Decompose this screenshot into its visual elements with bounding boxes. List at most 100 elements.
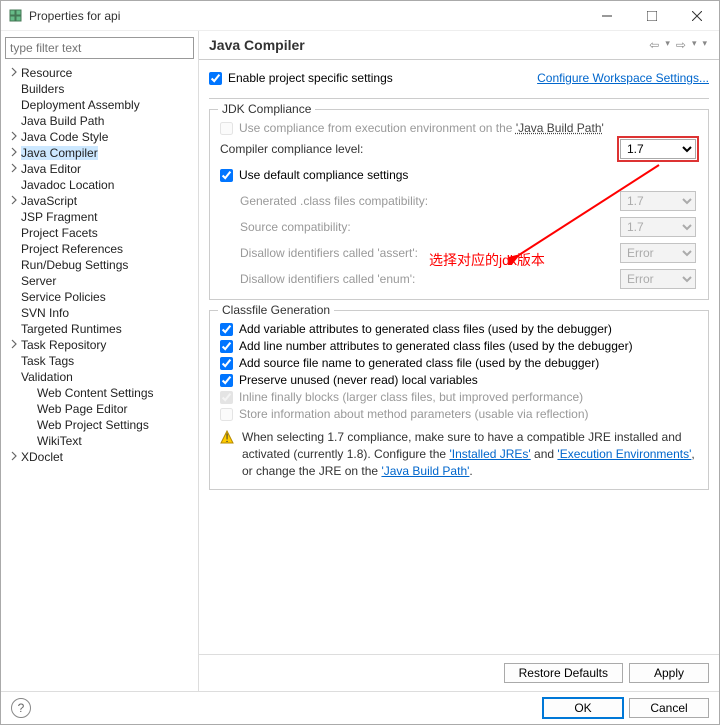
use-default-checkbox[interactable] [220, 169, 233, 182]
installed-jres-link[interactable]: 'Installed JREs' [449, 447, 530, 461]
expand-icon[interactable] [7, 194, 21, 208]
tree-item-label: Task Tags [21, 354, 74, 368]
tree-item[interactable]: Java Code Style [5, 129, 194, 145]
close-button[interactable] [674, 1, 719, 31]
expand-icon[interactable] [7, 146, 21, 160]
build-path-link2[interactable]: 'Java Build Path' [381, 464, 469, 478]
java-build-path-link[interactable]: 'Java Build Path' [516, 121, 604, 135]
tree-item[interactable]: Targeted Runtimes [5, 321, 194, 337]
classfile-checkbox[interactable] [220, 340, 233, 353]
help-icon[interactable]: ? [11, 698, 31, 718]
tree-item-label: Javadoc Location [21, 178, 114, 192]
classfile-option: Add source file name to generated class … [220, 356, 698, 370]
enable-specific-row: Enable project specific settings [209, 71, 537, 85]
tree-item[interactable]: Run/Debug Settings [5, 257, 194, 273]
tree-item[interactable]: Service Policies [5, 289, 194, 305]
tree-item[interactable]: JSP Fragment [5, 209, 194, 225]
tree-item[interactable]: WikiText [5, 433, 194, 449]
tree-item[interactable]: Server [5, 273, 194, 289]
menu-drop-icon[interactable]: ▾ [700, 38, 709, 52]
tree-item-label: JavaScript [21, 194, 77, 208]
classfile-option: Store information about method parameter… [220, 407, 698, 421]
tree-item-label: Project Facets [21, 226, 98, 240]
expand-icon[interactable] [7, 66, 21, 80]
classfile-option: Add line number attributes to generated … [220, 339, 698, 353]
tree-item-label: Java Compiler [21, 146, 98, 160]
tree-item[interactable]: Web Content Settings [5, 385, 194, 401]
enable-specific-label: Enable project specific settings [228, 71, 393, 85]
tree-item[interactable]: Web Project Settings [5, 417, 194, 433]
tree-item-label: Run/Debug Settings [21, 258, 128, 272]
tree-item-label: WikiText [37, 434, 82, 448]
tree-item[interactable]: Java Editor [5, 161, 194, 177]
maximize-button[interactable] [629, 1, 674, 31]
sidebar: ResourceBuildersDeployment AssemblyJava … [1, 31, 199, 691]
forward-icon[interactable]: ⇨ [674, 38, 688, 52]
enable-specific-checkbox[interactable] [209, 72, 222, 85]
tree-item[interactable]: Java Build Path [5, 113, 194, 129]
tree-item[interactable]: Task Tags [5, 353, 194, 369]
tree-item[interactable]: Java Compiler [5, 145, 194, 161]
svg-text:!: ! [225, 431, 228, 444]
inner-button-bar: Restore Defaults Apply [199, 654, 719, 691]
minimize-button[interactable] [584, 1, 629, 31]
tree-item-label: Service Policies [21, 290, 106, 304]
tree-item-label: Web Page Editor [37, 402, 128, 416]
nav-icons: ⇦▾ ⇨▾ ▾ [647, 38, 709, 52]
tree-item-label: SVN Info [21, 306, 69, 320]
back-drop-icon[interactable]: ▾ [663, 38, 672, 52]
ok-button[interactable]: OK [543, 698, 623, 718]
restore-defaults-button[interactable]: Restore Defaults [504, 663, 623, 683]
tree-item-label: XDoclet [21, 450, 63, 464]
classfile-checkbox [220, 391, 233, 404]
class-compat-select: 1.7 [620, 191, 696, 211]
expand-icon[interactable] [7, 130, 21, 144]
tree-item[interactable]: SVN Info [5, 305, 194, 321]
warning-row: ! When selecting 1.7 compliance, make su… [220, 429, 698, 479]
execution-envs-link[interactable]: 'Execution Environments' [557, 447, 691, 461]
tree-item[interactable]: JavaScript [5, 193, 194, 209]
classfile-legend: Classfile Generation [218, 303, 334, 317]
cancel-button[interactable]: Cancel [629, 698, 709, 718]
filter-input[interactable] [5, 37, 194, 59]
tree-item[interactable]: Project Facets [5, 225, 194, 241]
classfile-option: Inline finally blocks (larger class file… [220, 390, 698, 404]
use-exec-env-row: Use compliance from execution environmen… [220, 121, 698, 135]
tree-item[interactable]: Validation [5, 369, 194, 385]
classfile-checkbox[interactable] [220, 374, 233, 387]
apply-button[interactable]: Apply [629, 663, 709, 683]
tree-item[interactable]: XDoclet [5, 449, 194, 465]
window-title: Properties for api [29, 9, 584, 23]
classfile-label: Preserve unused (never read) local varia… [239, 373, 478, 387]
compliance-level-select[interactable]: 1.7 [620, 139, 696, 159]
tree-item[interactable]: Web Page Editor [5, 401, 194, 417]
properties-window: Properties for api ResourceBuildersDeplo… [0, 0, 720, 725]
classfile-checkbox[interactable] [220, 323, 233, 336]
section-title: Java Compiler [209, 37, 647, 53]
top-row: Enable project specific settings Configu… [209, 68, 709, 88]
tree-item-label: Targeted Runtimes [21, 322, 122, 336]
expand-icon[interactable] [7, 162, 21, 176]
tree-item-label: Java Code Style [21, 130, 108, 144]
back-icon[interactable]: ⇦ [647, 38, 661, 52]
tree-item[interactable]: Project References [5, 241, 194, 257]
forward-drop-icon[interactable]: ▾ [690, 38, 699, 52]
classfile-label: Add line number attributes to generated … [239, 339, 633, 353]
tree-item[interactable]: Javadoc Location [5, 177, 194, 193]
classfile-checkbox[interactable] [220, 357, 233, 370]
classfile-checkbox [220, 408, 233, 421]
enum-select: Error [620, 269, 696, 289]
expand-icon[interactable] [7, 338, 21, 352]
tree-item-label: Validation [21, 370, 73, 384]
classfile-label: Store information about method parameter… [239, 407, 589, 421]
tree-item[interactable]: Task Repository [5, 337, 194, 353]
tree-item[interactable]: Deployment Assembly [5, 97, 194, 113]
tree-item[interactable]: Resource [5, 65, 194, 81]
expand-icon[interactable] [7, 450, 21, 464]
tree-item[interactable]: Builders [5, 81, 194, 97]
footer: ? OK Cancel [1, 691, 719, 724]
configure-workspace-link[interactable]: Configure Workspace Settings... [537, 71, 709, 85]
assert-label: Disallow identifiers called 'assert': [220, 246, 620, 260]
tree-item-label: Task Repository [21, 338, 106, 352]
properties-tree[interactable]: ResourceBuildersDeployment AssemblyJava … [5, 65, 194, 685]
